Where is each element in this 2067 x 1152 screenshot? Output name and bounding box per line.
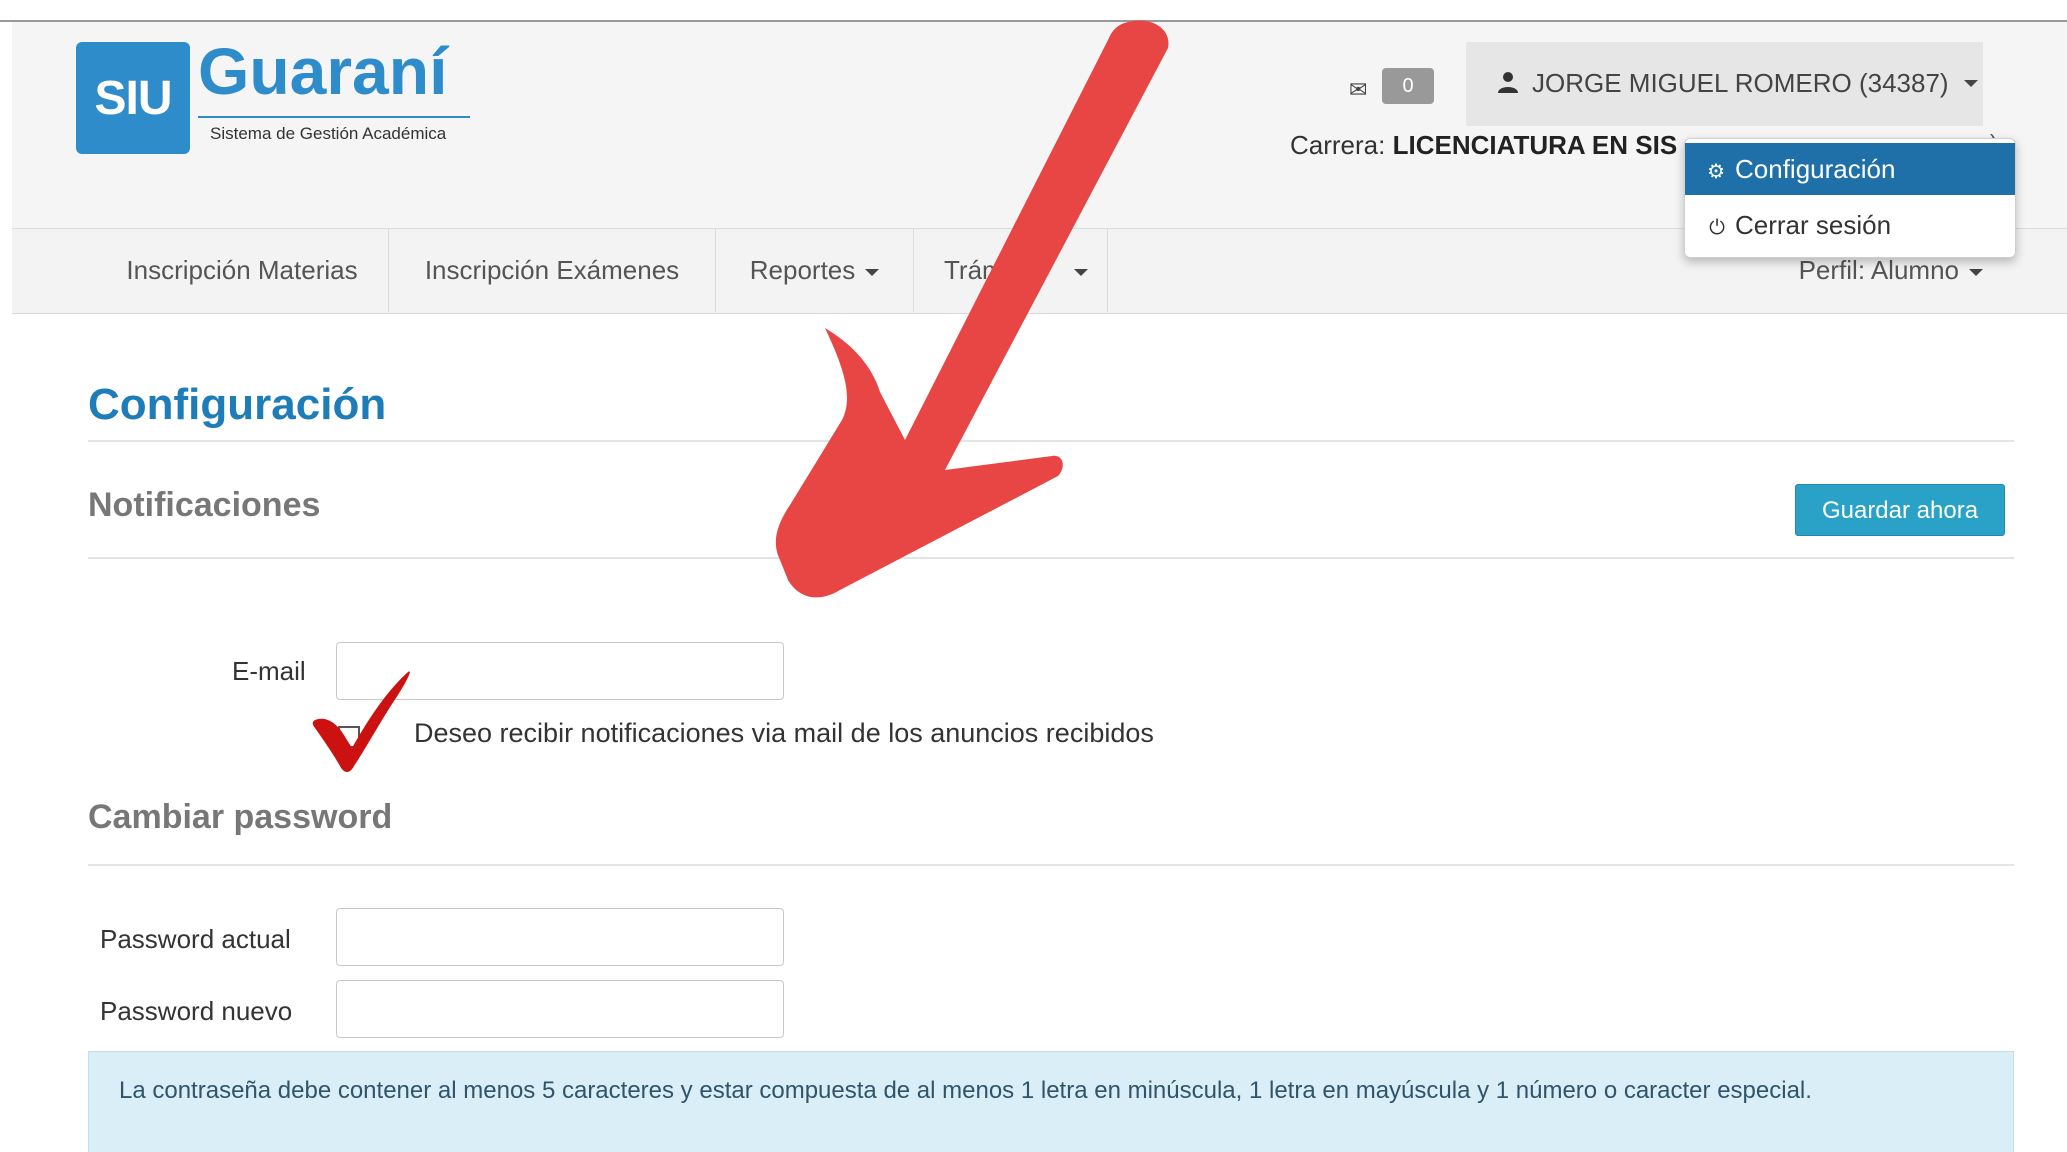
carrera-line: Carrera: LICENCIATURA EN SIS: [1290, 130, 1677, 161]
section-title-notificaciones: Notificaciones: [88, 486, 321, 524]
user-dropdown-menu: ⚙ Configuración ⏻ Cerrar sesión: [1684, 138, 2016, 258]
notifications-checkbox-label[interactable]: Deseo recibir notificaciones via mail de…: [414, 718, 1154, 749]
chevron-down-icon: [865, 268, 880, 276]
email-field[interactable]: [336, 642, 784, 700]
nav-item-label: Inscripción Exámenes: [424, 255, 680, 285]
nav-tramites[interactable]: Trám: [914, 228, 1108, 312]
password-rules-text: La contraseña debe contener al menos 5 c…: [119, 1077, 1812, 1104]
divider: [88, 557, 2014, 559]
logo-subtitle: Sistema de Gestión Académica: [210, 124, 447, 143]
menu-item-configuracion[interactable]: ⚙ Configuración: [1685, 143, 2015, 195]
perfil-label: Perfil: Alumno: [1798, 255, 1959, 285]
siu-logo-badge: SIU: [76, 42, 190, 154]
carrera-label: Carrera:: [1290, 130, 1386, 160]
divider: [88, 864, 2014, 866]
logo-badge-text: SIU: [94, 71, 172, 125]
messages-count-badge[interactable]: 0: [1382, 68, 1434, 104]
password-rules-info: La contraseña debe contener al menos 5 c…: [88, 1051, 2014, 1152]
user-name[interactable]: JORGE MIGUEL ROMERO (34387): [1532, 68, 1949, 99]
section-title-cambiar-password: Cambiar password: [88, 798, 393, 836]
carrera-value: LICENCIATURA EN SIS: [1392, 130, 1678, 160]
divider: [88, 440, 2014, 442]
current-password-field[interactable]: [336, 908, 784, 966]
menu-item-label: Cerrar sesión: [1735, 210, 1892, 240]
new-password-label: Password nuevo: [100, 996, 293, 1026]
chevron-down-icon: [1969, 268, 1983, 276]
nav-reportes[interactable]: Reportes: [716, 228, 914, 312]
gear-icon: ⚙: [1707, 161, 1725, 183]
envelope-icon[interactable]: ✉: [1349, 79, 1367, 101]
chevron-down-icon[interactable]: [1964, 80, 1978, 87]
menu-item-cerrar-sesion[interactable]: ⏻ Cerrar sesión: [1685, 199, 2015, 251]
email-label: E-mail: [232, 656, 306, 686]
page-title: Configuración: [88, 380, 387, 429]
power-icon: ⏻: [1709, 217, 1725, 239]
logo-name: Guaraní: [198, 34, 448, 108]
nav-inscripcion-materias[interactable]: Inscripción Materias: [96, 228, 389, 312]
logo-underline: [198, 116, 470, 118]
user-icon: [1496, 70, 1520, 99]
nav-item-label: Trám: [944, 255, 1004, 285]
nav-inscripcion-examenes[interactable]: Inscripción Exámenes: [389, 228, 716, 312]
nav-item-label: Reportes: [749, 255, 856, 285]
nav-item-label: Inscripción Materias: [126, 255, 358, 285]
menu-item-label: Configuración: [1735, 154, 1896, 184]
save-now-button[interactable]: Guardar ahora: [1795, 484, 2005, 536]
chevron-down-icon: [1073, 268, 1088, 276]
current-password-label: Password actual: [100, 924, 291, 954]
new-password-field[interactable]: [336, 980, 784, 1038]
notifications-checkbox[interactable]: [338, 726, 360, 748]
